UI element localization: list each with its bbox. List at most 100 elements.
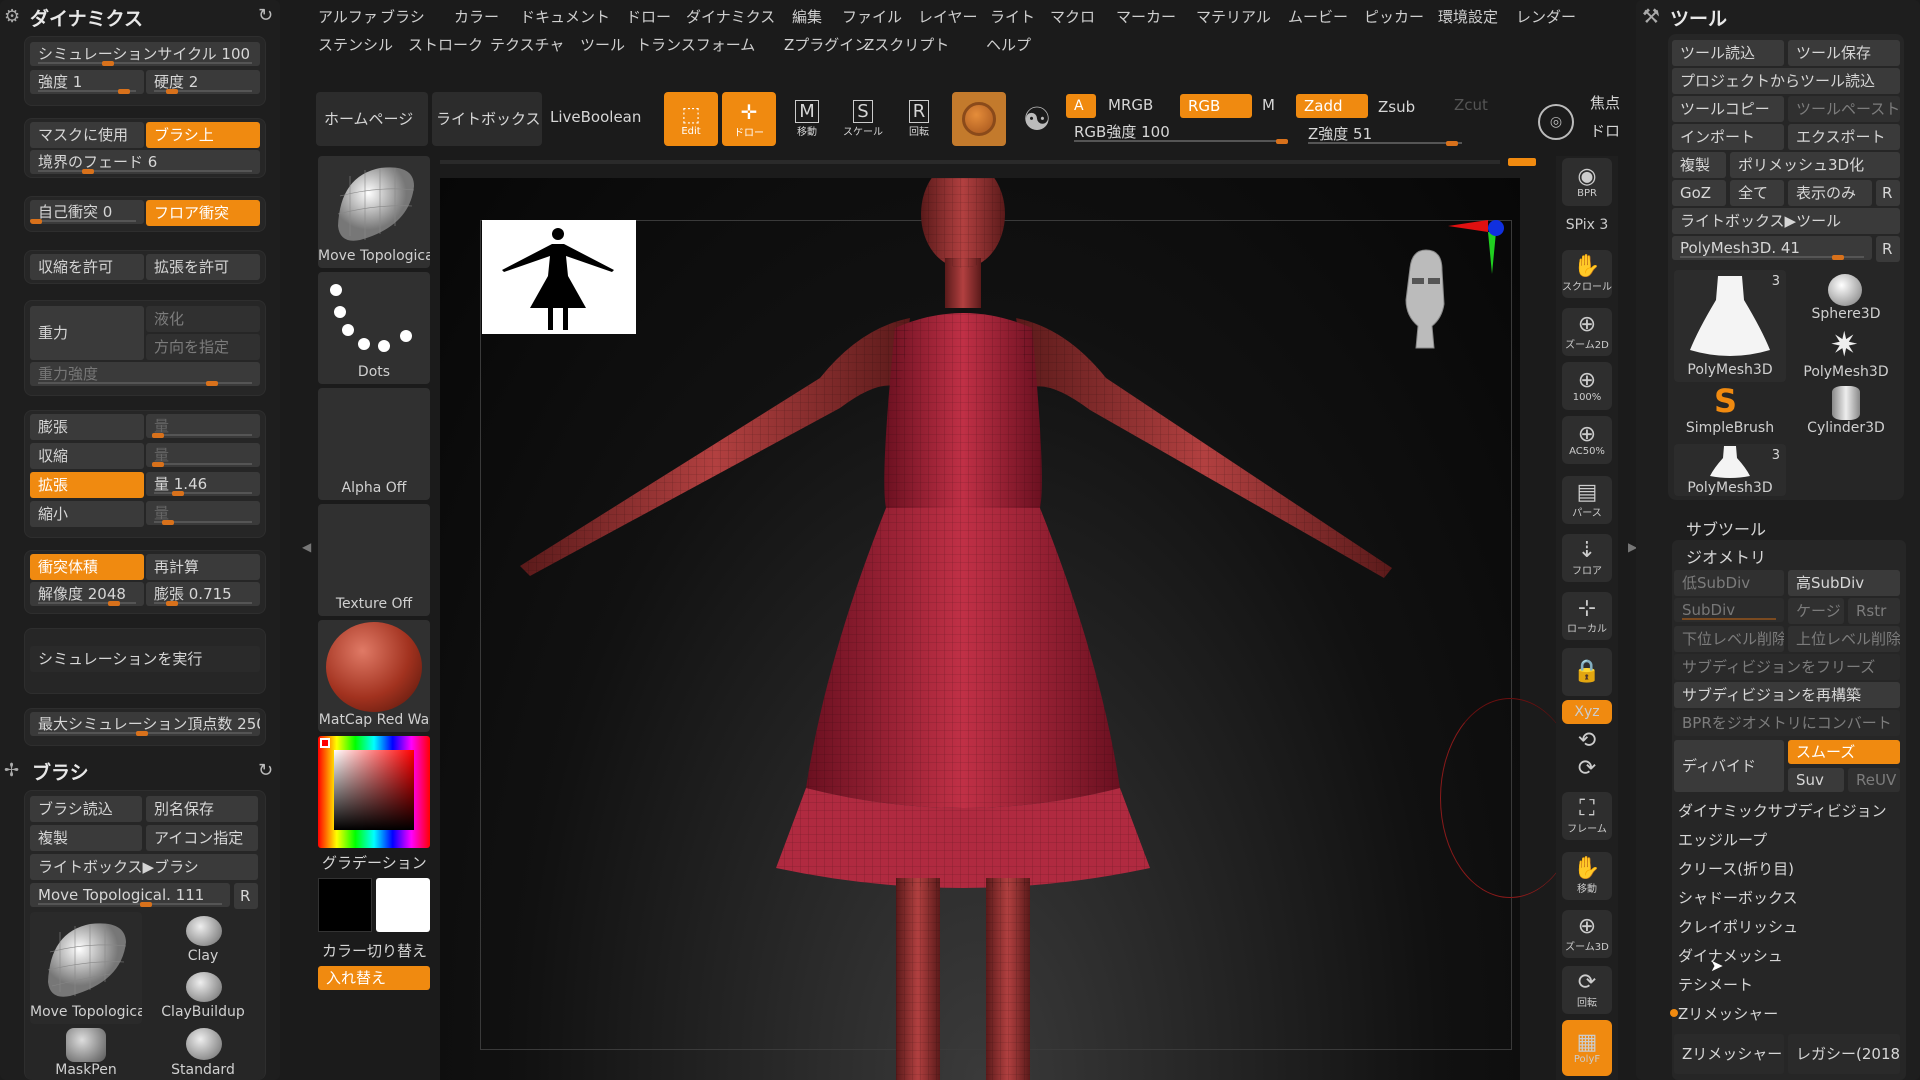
actual-size-icon[interactable]: ⊕ 100% (1562, 362, 1612, 410)
tool-thumb-simplebrush[interactable]: S SimpleBrush (1674, 384, 1786, 440)
rebuild-subdiv-button[interactable]: サブディビジョンを再構築 (1674, 682, 1900, 708)
mrgb-button[interactable]: MRGB (1108, 96, 1153, 114)
export-button[interactable]: エクスポート (1788, 124, 1900, 150)
material-slot[interactable]: MatCap Red Wa (318, 620, 430, 732)
texture-slot[interactable]: Texture Off (318, 504, 430, 616)
menu-item[interactable]: ダイナミクス (686, 6, 775, 27)
gear-icon[interactable]: ⚙ (4, 6, 20, 27)
rotate-button[interactable]: R 回転 (892, 92, 946, 146)
a-button[interactable]: A (1066, 94, 1096, 118)
make-polymesh-button[interactable]: ポリメッシュ3D化 (1730, 152, 1900, 178)
menu-item[interactable]: ムービー (1288, 6, 1348, 27)
shrink-button[interactable]: 縮小 (30, 501, 144, 527)
bpr-to-geo-button[interactable]: BPRをジオメトリにコンバート (1674, 710, 1900, 736)
liquefy-button[interactable]: 液化 (146, 306, 260, 332)
secondary-color-swatch[interactable] (318, 878, 372, 932)
use-mask-button[interactable]: マスクに使用 (30, 122, 144, 148)
menu-item[interactable]: ステンシル (318, 34, 393, 55)
menu-item[interactable]: マテリアル (1196, 6, 1271, 27)
material-button[interactable] (952, 92, 1006, 146)
color-mode-button[interactable]: ☯ (1010, 92, 1064, 146)
current-brush-slider[interactable]: Move Topological. 111 (30, 883, 230, 907)
swap-button[interactable]: 入れ替え (318, 966, 430, 990)
ac50-icon[interactable]: ⊕ AC50% (1562, 416, 1612, 464)
menu-item[interactable]: Zスクリプト (864, 34, 949, 55)
menu-item[interactable]: ピッカー (1364, 6, 1424, 27)
divide-button[interactable]: ディバイド (1674, 740, 1784, 792)
menu-item[interactable]: トランスフォーム (636, 34, 755, 55)
expand-button[interactable]: 拡張 (30, 472, 144, 498)
local-icon[interactable]: ⊹ ローカル (1562, 592, 1612, 640)
brush-slot[interactable]: Move Topologica (318, 156, 430, 268)
current-tool-slider[interactable]: PolyMesh3D. 41 (1672, 236, 1872, 260)
dynamics-title[interactable]: ダイナミクス (30, 4, 143, 31)
boundary-fade-slider[interactable]: 境界のフェード 6 (30, 150, 260, 174)
higher-subdiv-button[interactable]: 高SubDiv (1788, 570, 1900, 596)
move-mode-button[interactable]: M 移動 (780, 92, 834, 146)
menu-item[interactable]: ドキュメント (520, 6, 610, 27)
menu-item[interactable]: カラー (454, 6, 499, 27)
shadowbox-item[interactable]: シャドーボックス (1678, 887, 1798, 908)
rgb-button[interactable]: RGB (1180, 94, 1252, 118)
left-collapse-handle[interactable]: ◀ (302, 540, 311, 554)
inflate-button[interactable]: 膨張 (30, 414, 144, 440)
direction-button[interactable]: 方向を指定 (146, 334, 260, 360)
reset-icon[interactable]: ↻ (258, 5, 273, 26)
polyframe-icon[interactable]: ▦ PolyF (1562, 1020, 1612, 1076)
spix-label[interactable]: SPix 3 (1562, 214, 1612, 236)
hammer-icon[interactable]: ⚒ (1642, 4, 1660, 28)
allow-shrink-button[interactable]: 収縮を許可 (30, 254, 144, 280)
subdiv-slider[interactable]: SubDiv (1674, 598, 1784, 622)
hardness-slider[interactable]: 硬度 2 (146, 70, 260, 94)
brush-thumb-move[interactable]: Move Topologica (30, 912, 142, 1024)
strength-slider[interactable]: 強度 1 (30, 70, 144, 94)
recalc-button[interactable]: 再計算 (146, 554, 260, 580)
brush-load-button[interactable]: ブラシ読込 (30, 796, 142, 822)
suv-toggle[interactable]: Suv (1788, 768, 1844, 792)
max-sim-slider[interactable]: 最大シミュレーション頂点数 250 (30, 712, 260, 736)
rgb-intensity-slider[interactable]: RGB強度 100 (1066, 120, 1296, 144)
scroll-icon[interactable]: ✋ スクロール (1562, 250, 1612, 298)
tessimate-item[interactable]: テシメート (1678, 974, 1753, 995)
zremesher-button[interactable]: Zリメッシャー (1674, 1034, 1784, 1074)
contract-amount-slider[interactable]: 量 (146, 443, 260, 467)
color-picker[interactable] (318, 736, 430, 848)
alpha-slot[interactable]: Alpha Off (318, 388, 430, 500)
scale-button[interactable]: S スケール (836, 92, 890, 146)
brush-duplicate-button[interactable]: 複製 (30, 825, 142, 851)
menu-item[interactable]: マクロ (1050, 6, 1095, 27)
brush-thumb-claybuildup[interactable]: ClayBuildup (148, 968, 258, 1024)
dynamesh-item[interactable]: ダイナメッシュ (1678, 945, 1783, 966)
rotate-view-icon[interactable]: ⟳ 回転 (1562, 966, 1612, 1014)
model-figure[interactable] (440, 178, 1520, 1080)
menu-item[interactable]: ツール (580, 34, 625, 55)
tool-paste-button[interactable]: ツールペースト (1788, 96, 1900, 122)
tool-copy-button[interactable]: ツールコピー (1672, 96, 1784, 122)
bpr-render-icon[interactable]: ◉ BPR (1562, 158, 1612, 206)
floor-collision-button[interactable]: フロア衝突 (146, 200, 260, 226)
goz-r-button[interactable]: R (1876, 180, 1900, 206)
gravity-button[interactable]: 重力 (30, 306, 144, 360)
delete-lower-button[interactable]: 下位レベル削除 (1674, 626, 1784, 652)
zoom3d-icon[interactable]: ⊕ ズーム3D (1562, 910, 1612, 958)
subtool-header[interactable]: サブツール (1686, 516, 1766, 540)
brush-thumb-maskpen[interactable]: MaskPen (30, 1026, 142, 1080)
menu-item[interactable]: ストローク (408, 34, 483, 55)
primary-color-swatch[interactable] (376, 878, 430, 932)
current-tool-r-button[interactable]: R (1876, 236, 1900, 262)
crease-item[interactable]: クリース(折り目) (1678, 858, 1794, 879)
zremesher-item[interactable]: Zリメッシャー (1678, 1003, 1778, 1024)
clone-button[interactable]: 複製 (1672, 152, 1726, 178)
collision-volume-button[interactable]: 衝突体積 (30, 554, 144, 580)
run-simulation-button[interactable]: シミュレーションを実行 (30, 646, 260, 672)
color-picker-handle[interactable] (320, 738, 330, 748)
claypolish-item[interactable]: クレイポリッシュ (1678, 916, 1798, 937)
tool-title[interactable]: ツール (1670, 4, 1727, 31)
lightbox-button[interactable]: ライトボックス (432, 92, 542, 146)
inflate-value-slider[interactable]: 膨張 0.715 (146, 582, 260, 606)
canvas[interactable] (440, 178, 1580, 1080)
switch-color-label[interactable]: カラー切り替え (322, 940, 427, 961)
liveboolean-button[interactable]: LiveBoolean (546, 92, 644, 146)
tool-thumb-sphere3d[interactable]: Sphere3D (1790, 270, 1902, 326)
menu-item[interactable]: アルファ (318, 6, 378, 27)
